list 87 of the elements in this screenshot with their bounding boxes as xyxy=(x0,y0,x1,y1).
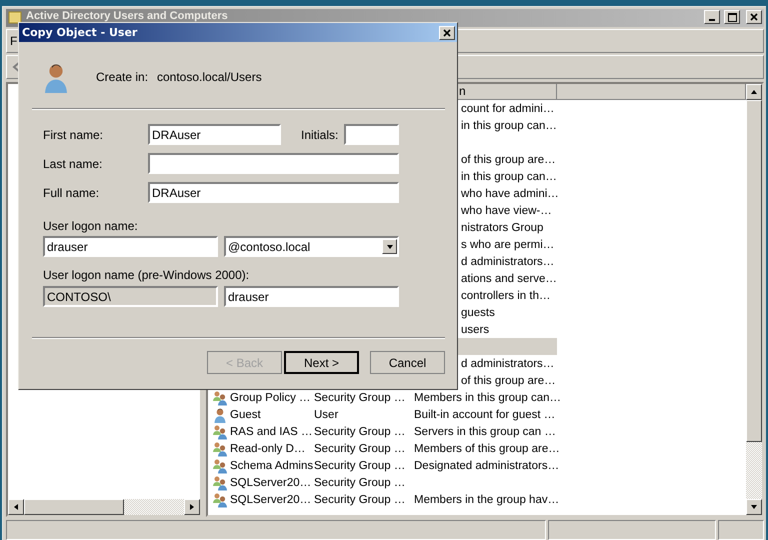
pre2000-logon-field[interactable]: drauser xyxy=(224,286,399,307)
create-in-path: contoso.local/Users xyxy=(157,70,262,84)
dialog-button[interactable]: Cancel xyxy=(370,351,445,374)
maximize-icon xyxy=(728,12,736,22)
status-bar-pane xyxy=(718,520,764,540)
scroll-right-button[interactable] xyxy=(184,499,200,515)
close-button[interactable] xyxy=(746,10,762,24)
minimize-button[interactable] xyxy=(704,10,720,24)
description-cell-text: nistrators Group xyxy=(460,222,544,234)
close-button[interactable] xyxy=(439,26,455,40)
maximize-button[interactable] xyxy=(724,10,740,24)
type-cell-text: Security Group … xyxy=(313,460,406,472)
field-label: Full name: xyxy=(43,186,100,200)
scroll-left-button[interactable] xyxy=(8,499,24,515)
description-cell-text: count for admini… xyxy=(460,102,554,114)
type-cell-text: Security Group … xyxy=(313,392,406,404)
field-label: First name: xyxy=(43,128,104,142)
close-icon xyxy=(750,13,758,21)
menu-item[interactable]: F xyxy=(10,34,18,48)
name-cell-text: RAS and IAS … xyxy=(229,426,312,438)
name-cell-text: Read-only D… xyxy=(229,442,306,454)
scroll-thumb[interactable] xyxy=(24,499,124,515)
type-cell-text: Security Group … xyxy=(313,426,406,438)
field-label: Last name: xyxy=(43,156,104,170)
group-icon xyxy=(212,458,228,474)
vertical-scrollbar[interactable] xyxy=(746,84,762,515)
create-in-label: Create in: xyxy=(96,70,150,84)
name-cell-text: SQLServer20… xyxy=(229,476,312,488)
description-cell-text: who have admini… xyxy=(460,188,559,200)
description-cell-text: Built-in account for guest … xyxy=(413,408,556,420)
name-cell-text: Group Policy … xyxy=(229,392,312,404)
field-label: User logon name (pre-Windows 2000): xyxy=(43,268,250,282)
default-button[interactable]: Next > xyxy=(284,351,359,374)
initials-field[interactable] xyxy=(344,124,399,145)
window-title: Active Directory Users and Computers xyxy=(26,10,229,22)
group-icon xyxy=(212,474,228,490)
group-icon xyxy=(212,390,228,406)
description-cell-text: in this group can… xyxy=(460,120,557,132)
description-cell-text: who have view-… xyxy=(460,204,552,216)
group-icon xyxy=(212,440,228,456)
field-label: Initials: xyxy=(301,128,340,142)
description-cell-text: users xyxy=(460,324,490,336)
list-row[interactable]: SQLServer20… Security Group … Members in the group hav… xyxy=(208,491,560,508)
description-cell-text: of this group are… xyxy=(460,374,556,386)
up-arrow-icon xyxy=(750,88,758,96)
description-cell-text: Designated administrators… xyxy=(413,460,560,472)
scroll-down-button[interactable] xyxy=(746,499,762,515)
name-cell-text: SQLServer20… xyxy=(229,494,312,506)
description-cell-text: of this group are… xyxy=(460,154,556,166)
type-cell-text: Security Group … xyxy=(313,494,406,506)
type-cell-text: Security Group … xyxy=(313,476,406,488)
name-cell-text: Schema Admins xyxy=(229,460,312,472)
scroll-thumb[interactable] xyxy=(746,100,762,442)
description-cell-text: guests xyxy=(460,306,495,318)
right-arrow-icon xyxy=(188,503,196,511)
type-cell-text: Security Group … xyxy=(313,442,406,454)
last-name-field[interactable] xyxy=(148,153,399,174)
full-name-field[interactable]: DRAuser xyxy=(148,182,399,203)
dialog-title: Copy Object - User xyxy=(22,26,138,39)
domain-dropdown[interactable]: @contoso.local xyxy=(224,236,399,257)
list-row[interactable]: Schema AdminsSecurity Group … Designated administrators… xyxy=(208,457,560,474)
dropdown-arrow-icon xyxy=(386,242,394,250)
group-icon xyxy=(212,424,228,440)
folder-icon xyxy=(8,10,22,24)
description-cell-text: Members in the group hav… xyxy=(413,494,560,506)
description-cell-text: in this group can… xyxy=(460,170,557,182)
description-cell-text: Servers in this group can … xyxy=(413,426,556,438)
group-icon xyxy=(212,492,228,508)
list-row[interactable]: Read-only D… Security Group … Members of this group are… xyxy=(208,440,560,457)
list-row[interactable]: RAS and IAS …Security Group … Servers in this group can … xyxy=(208,423,557,440)
scroll-up-button[interactable] xyxy=(746,84,762,100)
description-cell-text: d administrators… xyxy=(460,256,554,268)
list-row[interactable]: SQLServer20… Security Group … xyxy=(208,474,557,491)
list-row[interactable]: Group Policy … Security Group … Members in this group can… xyxy=(208,389,562,406)
user-icon xyxy=(212,406,228,422)
description-cell-text: Members of this group are… xyxy=(413,442,560,454)
horizontal-scrollbar[interactable] xyxy=(8,499,200,515)
logon-name-field[interactable]: drauser xyxy=(43,236,218,257)
description-cell-text: Members in this group can… xyxy=(413,392,562,404)
close-icon xyxy=(443,28,451,36)
name-cell-text: Guest xyxy=(229,408,262,420)
type-cell-text: User xyxy=(313,408,340,420)
down-arrow-icon xyxy=(750,503,758,511)
first-name-field[interactable]: DRAuser xyxy=(148,124,281,145)
field-label: User logon name: xyxy=(43,219,138,233)
left-arrow-icon xyxy=(12,503,20,511)
list-row[interactable]: Guest User Built-in account for guest … xyxy=(208,406,557,423)
